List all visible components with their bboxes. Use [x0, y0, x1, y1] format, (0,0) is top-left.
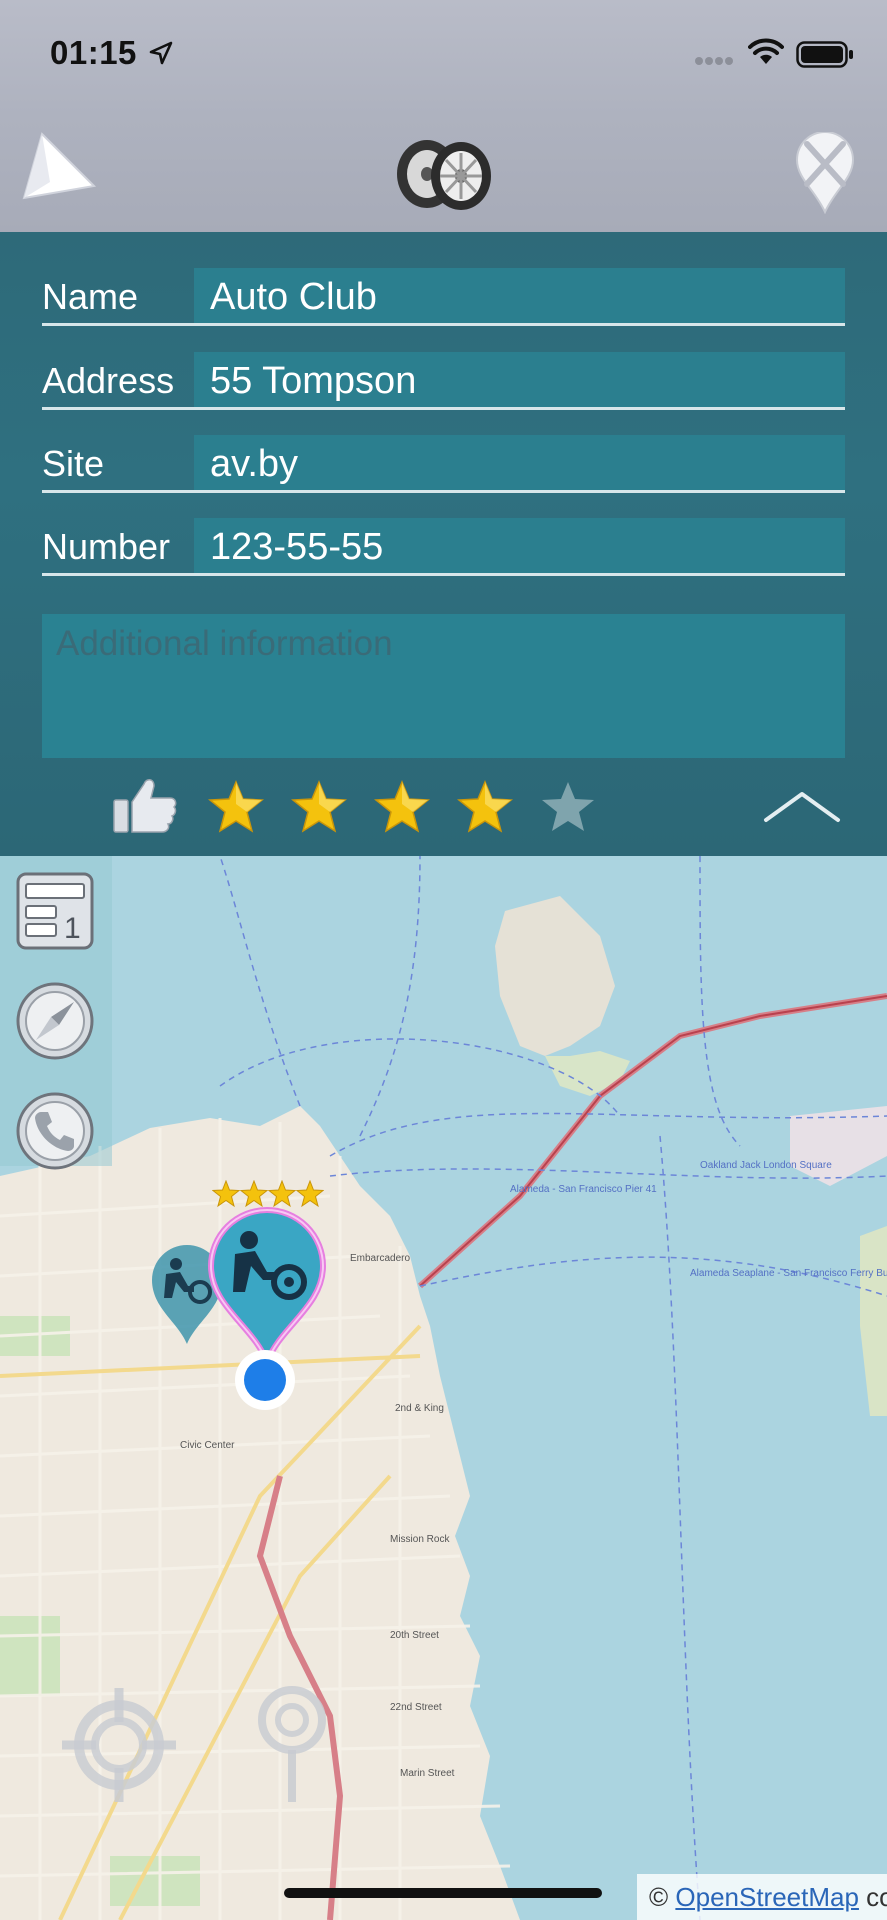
svg-text:Alameda Seaplane - San Francis: Alameda Seaplane - San Francisco Ferry B… — [690, 1268, 887, 1279]
svg-text:Marin Street: Marin Street — [400, 1768, 455, 1779]
number-value: 123-55-55 — [210, 526, 384, 568]
rating-star-3[interactable] — [374, 780, 430, 834]
map-attribution: © OpenStreetMap co — [637, 1874, 887, 1920]
svg-text:Oakland Jack London Square: Oakland Jack London Square — [700, 1160, 832, 1171]
openstreetmap-link[interactable]: OpenStreetMap — [675, 1882, 859, 1912]
svg-text:20th Street: 20th Street — [390, 1630, 439, 1641]
rating-star-1[interactable] — [208, 780, 264, 834]
name-row: Name Auto Club — [42, 268, 845, 326]
svg-text:Alameda - San Francisco Pier 4: Alameda - San Francisco Pier 41 — [510, 1184, 657, 1195]
name-field[interactable]: Auto Club — [194, 268, 845, 323]
location-arrow-icon — [149, 41, 173, 65]
signal-dots-icon — [695, 57, 733, 65]
tires-icon — [397, 140, 491, 210]
remove-pin-icon[interactable] — [793, 132, 857, 214]
site-row: Site av.by — [42, 435, 845, 493]
list-one-icon[interactable]: 1 — [14, 870, 96, 952]
additional-info-textarea[interactable]: Additional information — [42, 614, 845, 758]
user-location-dot — [235, 1350, 295, 1410]
svg-text:Civic Center: Civic Center — [180, 1440, 235, 1451]
top-bar: 01:15 — [0, 0, 887, 232]
home-indicator[interactable] — [284, 1888, 602, 1898]
crosshair-icon[interactable] — [60, 1686, 178, 1804]
site-value: av.by — [210, 443, 299, 485]
name-label: Name — [42, 276, 139, 317]
number-field[interactable]: 123-55-55 — [194, 518, 845, 573]
chevron-up-icon[interactable] — [762, 788, 842, 824]
attribution-suffix: co — [866, 1882, 887, 1912]
number-label: Number — [42, 526, 171, 567]
compass-icon[interactable] — [14, 980, 96, 1062]
rating-star-5[interactable] — [540, 780, 596, 834]
site-label: Site — [42, 443, 105, 484]
address-field[interactable]: 55 Tompson — [194, 352, 845, 407]
rating-star-2[interactable] — [291, 780, 347, 834]
site-field[interactable]: av.by — [194, 435, 845, 490]
svg-text:Embarcadero: Embarcadero — [350, 1253, 410, 1264]
wifi-icon — [748, 38, 784, 64]
phone-icon[interactable] — [14, 1090, 96, 1172]
svg-text:Mission Rock: Mission Rock — [390, 1534, 450, 1545]
svg-text:2nd & King: 2nd & King — [395, 1403, 444, 1414]
rating-star-4[interactable] — [457, 780, 513, 834]
selected-service-pin-icon[interactable] — [205, 1206, 329, 1366]
address-row: Address 55 Tompson — [42, 352, 845, 410]
map-view[interactable]: Alameda - San Francisco Pier 41 Oakland … — [0, 856, 887, 1920]
address-value: 55 Tompson — [210, 360, 417, 402]
navigation-arrow-icon[interactable] — [20, 128, 100, 208]
details-panel: Name Auto Club Address 55 Tompson Site a… — [0, 232, 887, 856]
svg-text:22nd Street: 22nd Street — [390, 1702, 442, 1713]
number-row: Number 123-55-55 — [42, 518, 845, 576]
attribution-prefix: © — [649, 1882, 676, 1912]
address-label: Address — [42, 360, 175, 401]
svg-text:1: 1 — [64, 912, 81, 945]
name-value: Auto Club — [210, 276, 377, 318]
thumbs-up-icon[interactable] — [112, 774, 178, 834]
drop-pin-icon[interactable] — [256, 1684, 328, 1804]
battery-icon — [796, 41, 853, 68]
app-screen: 01:15 Name Auto Club Address 55 Tompson … — [0, 0, 887, 1920]
status-time: 01:15 — [50, 34, 137, 71]
additional-info-placeholder: Additional information — [56, 624, 393, 663]
